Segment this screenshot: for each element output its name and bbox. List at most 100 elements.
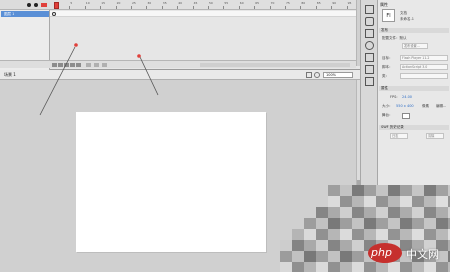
mosaic-tile [328, 185, 340, 196]
mosaic-tile [376, 185, 388, 196]
mosaic-tile [280, 251, 292, 262]
ruler-tick [269, 6, 271, 9]
properties-tab[interactable]: 属性 [380, 2, 388, 8]
frame-ruler[interactable]: 15101520253035404550556065707580859095 [50, 0, 358, 10]
stage-color-swatch[interactable] [402, 113, 410, 119]
script-select[interactable]: ActionScript 3.0 [400, 64, 448, 70]
mosaic-tile [328, 262, 340, 272]
show-hide-icon[interactable] [27, 3, 31, 7]
mosaic-tile [436, 185, 448, 196]
publish-settings-button[interactable]: 发布设置... [402, 43, 428, 49]
properties-section-header[interactable]: 属性 [379, 86, 449, 91]
log-button[interactable]: 日志 [390, 133, 408, 139]
scene-label[interactable]: 场景 1 [4, 72, 16, 78]
mosaic-tile [364, 229, 376, 240]
timeline-horizontal-scrollbar[interactable] [200, 63, 350, 67]
free-transform-tool-icon[interactable] [365, 29, 374, 38]
stage-color-label: 舞台： [382, 113, 393, 117]
timeline-panel: 图层 1 15101520253035404550556065707580859… [0, 0, 360, 70]
mosaic-tile [292, 251, 304, 262]
zoom-select[interactable]: 100% [323, 72, 353, 78]
ruler-tick-label: 80 [301, 1, 306, 5]
ruler-tick-label: 30 [147, 1, 152, 5]
frame-row[interactable] [50, 11, 358, 17]
lock-icon[interactable] [34, 3, 38, 7]
mosaic-tile [304, 218, 316, 229]
outline-icon[interactable] [41, 3, 47, 7]
mosaic-tile [352, 251, 364, 262]
frame-area[interactable]: 15101520253035404550556065707580859095 [50, 0, 360, 66]
ruler-tick-label: 95 [347, 1, 352, 5]
watermark-logo: php [371, 246, 392, 259]
edit-size-button[interactable]: 编辑... [436, 104, 446, 109]
next-frame-button[interactable] [70, 63, 75, 67]
mosaic-tile [436, 196, 448, 207]
mosaic-tile [316, 262, 328, 272]
mosaic-tile [412, 218, 424, 229]
class-field[interactable] [400, 73, 448, 79]
ruler-tick-label: 60 [239, 1, 244, 5]
edit-multiple-frames-button[interactable] [102, 63, 107, 67]
player-select[interactable]: Flash Player 11.2 [400, 55, 448, 61]
line-tool-icon[interactable] [365, 77, 374, 86]
subselection-tool-icon[interactable] [365, 17, 374, 26]
doc-name-field[interactable]: 未命名-1 [400, 17, 414, 22]
mosaic-tile [352, 218, 364, 229]
ruler-tick-label: 65 [255, 1, 260, 5]
ruler-tick [331, 6, 333, 9]
mosaic-tile [400, 229, 412, 240]
ruler-tick-label: 40 [178, 1, 183, 5]
watermark-text: 中文网 [406, 248, 439, 261]
edit-symbol-icon[interactable] [314, 72, 320, 78]
text-tool-icon[interactable] [365, 65, 374, 74]
edit-scene-icon[interactable] [306, 72, 312, 78]
ruler-tick-label: 45 [193, 1, 198, 5]
ruler-tick [192, 6, 194, 9]
stage-canvas[interactable] [76, 112, 266, 252]
mosaic-tile [328, 229, 340, 240]
clear-button[interactable]: 清除 [426, 133, 444, 139]
keyframe[interactable] [52, 12, 56, 16]
swf-history-section-header[interactable]: SWF 历史记录 [379, 125, 449, 130]
ruler-tick-label: 15 [101, 1, 106, 5]
mosaic-tile [280, 262, 292, 272]
playhead[interactable] [54, 2, 59, 9]
publish-section-header[interactable]: 发布 [379, 28, 449, 33]
mosaic-tile [328, 240, 340, 251]
mosaic-tile [316, 218, 328, 229]
loop-button[interactable] [86, 63, 91, 67]
mosaic-tile [340, 262, 352, 272]
mosaic-tile [412, 185, 424, 196]
ruler-tick [115, 6, 117, 9]
mosaic-tile [388, 185, 400, 196]
mosaic-tile [388, 207, 400, 218]
mosaic-tile [388, 196, 400, 207]
fps-label: FPS: [390, 95, 398, 99]
ruler-tick-label: 70 [270, 1, 275, 5]
layer-row[interactable]: 图层 1 [1, 11, 49, 17]
play-button[interactable] [64, 63, 69, 67]
ruler-tick [315, 6, 317, 9]
onion-skin-button[interactable] [94, 63, 99, 67]
mosaic-tile [304, 229, 316, 240]
mosaic-tile [340, 229, 352, 240]
ruler-tick [238, 6, 240, 9]
mosaic-tile [280, 240, 292, 251]
size-value[interactable]: 550 x 400 [396, 104, 414, 108]
mosaic-tile [364, 196, 376, 207]
prev-frame-button[interactable] [58, 63, 63, 67]
profile-label: 配置文件：默认 [382, 36, 407, 40]
layer-name: 图层 1 [4, 12, 15, 16]
ruler-tick-label: 75 [286, 1, 290, 5]
ruler-tick [131, 6, 132, 9]
last-frame-button[interactable] [76, 63, 81, 67]
mosaic-tile [316, 251, 328, 262]
mosaic-tile [424, 218, 436, 229]
fps-value[interactable]: 24.00 [402, 95, 412, 99]
first-frame-button[interactable] [52, 63, 57, 67]
mosaic-tile [340, 185, 352, 196]
selection-tool-icon[interactable] [365, 5, 374, 14]
ruler-tick-label: 10 [85, 1, 90, 5]
pen-tool-icon[interactable] [365, 53, 374, 62]
lasso-tool-icon[interactable] [365, 41, 374, 50]
